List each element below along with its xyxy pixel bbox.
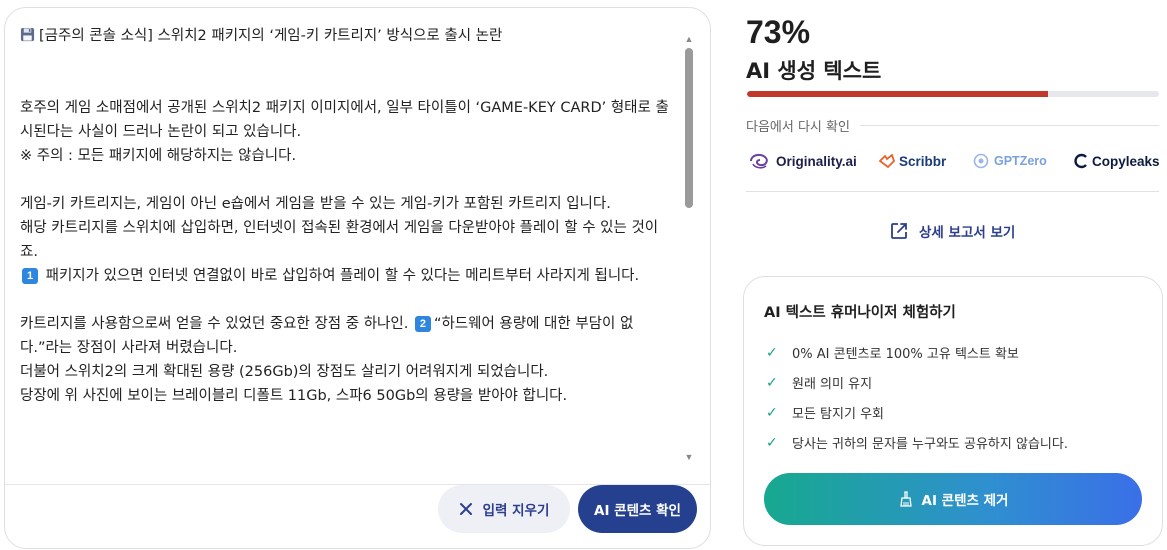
paragraph-line: 호주의 게임 소매점에서 공개된 스위치2 패키지 이미지에서, 일부 타이틀이… [20, 100, 669, 140]
result-label: AI 생성 텍스트 [746, 59, 882, 83]
broom-icon [899, 491, 912, 507]
scroll-thumb[interactable] [685, 48, 693, 208]
humanizer-title: AI 텍스트 휴머나이저 체험하기 [764, 305, 956, 321]
feature-item: ✓ 원래 의미 유지 [766, 374, 873, 393]
copyleaks-icon [1074, 153, 1087, 169]
scroll-down-arrow-icon[interactable]: ▼ [684, 452, 694, 462]
detector-logos: Originality.ai Scribbr GPTZero Copyleaks [748, 148, 1160, 174]
paragraph-line: 해당 카트리지를 스위치에 삽입하면, 인터넷이 접속된 환경에서 게임을 다운… [20, 220, 659, 260]
check-ai-content-button[interactable]: AI 콘텐츠 확인 [578, 485, 697, 533]
check-icon: ✓ [766, 344, 778, 361]
humanizer-card: AI 텍스트 휴머나이저 체험하기 ✓ 0% AI 콘텐츠로 100% 고유 텍… [743, 276, 1163, 546]
originality-icon [750, 153, 768, 169]
feature-item: ✓ 당사는 귀하의 문자를 누구와도 공유하지 않습니다. [766, 434, 1068, 453]
gptzero-icon [973, 153, 989, 169]
paragraph-line: 게임-키 카트리지는, 게임이 아닌 e숍에서 게임을 받을 수 있는 게임-키… [20, 196, 611, 212]
view-report-link[interactable]: 상세 보고서 보기 [889, 221, 1015, 241]
ai-percentage: 73% [746, 14, 811, 50]
remove-ai-content-button[interactable]: AI 콘텐츠 제거 [764, 473, 1142, 525]
scroll-up-arrow-icon[interactable]: ▲ [684, 34, 694, 44]
check-icon: ✓ [766, 374, 778, 391]
ai-score-bar [747, 91, 1159, 97]
article-title: [금주의 콘솔 소식] 스위치2 패키지의 ‘게임-키 카트리지’ 방식으로 출… [20, 24, 670, 48]
scribbr-icon [879, 154, 895, 168]
paragraph-line: ※ 주의 : 모든 패키지에 해당하지는 않습니다. [20, 148, 297, 164]
originality-logo[interactable]: Originality.ai [748, 148, 857, 174]
paragraph-line: 카트리지를 사용함으로써 얻을 수 있었던 중요한 장점 중 하나인. 2 “하드… [20, 316, 634, 356]
check-icon: ✓ [766, 404, 778, 421]
paragraph-line: 1 패키지가 있으면 인터넷 연결없이 바로 삽입하여 플레이 할 수 있다는 … [20, 264, 670, 288]
feature-item: ✓ 모든 탐지기 우회 [766, 404, 884, 423]
copyleaks-logo[interactable]: Copyleaks [1074, 148, 1160, 174]
paragraph-line: 당장에 위 사진에 보이는 브레이블리 디폴트 11Gb, 스파6 50Gb의 … [20, 388, 568, 404]
vertical-scrollbar[interactable]: ▲ ▼ [684, 34, 694, 462]
ai-score-bar-fill [747, 91, 1048, 97]
scribbr-logo[interactable]: Scribbr [879, 148, 946, 174]
check-icon: ✓ [766, 434, 778, 451]
floppy-disk-icon [20, 27, 35, 42]
external-link-icon [891, 223, 907, 239]
close-icon [459, 503, 472, 515]
recheck-section: 다음에서 다시 확인 [746, 116, 1159, 135]
number-badge-2: 2 [414, 316, 431, 332]
number-badge-1: 1 [22, 268, 38, 284]
recheck-label: 다음에서 다시 확인 [746, 120, 850, 135]
feature-item: ✓ 0% AI 콘텐츠로 100% 고유 텍스트 확보 [766, 344, 1019, 363]
clear-input-button[interactable]: 입력 지우기 [438, 485, 570, 533]
divider [859, 125, 1159, 126]
paragraph-line: 더불어 스위치2의 크게 확대된 용량 (256Gb)의 장점도 살리기 어려워… [20, 364, 549, 380]
text-input-area[interactable]: [금주의 콘솔 소식] 스위치2 패키지의 ‘게임-키 카트리지’ 방식으로 출… [20, 24, 670, 474]
gptzero-logo[interactable]: GPTZero [972, 148, 1047, 174]
text-editor-panel: [금주의 콘솔 소식] 스위치2 패키지의 ‘게임-키 카트리지’ 방식으로 출… [4, 7, 711, 549]
divider [746, 191, 1159, 192]
